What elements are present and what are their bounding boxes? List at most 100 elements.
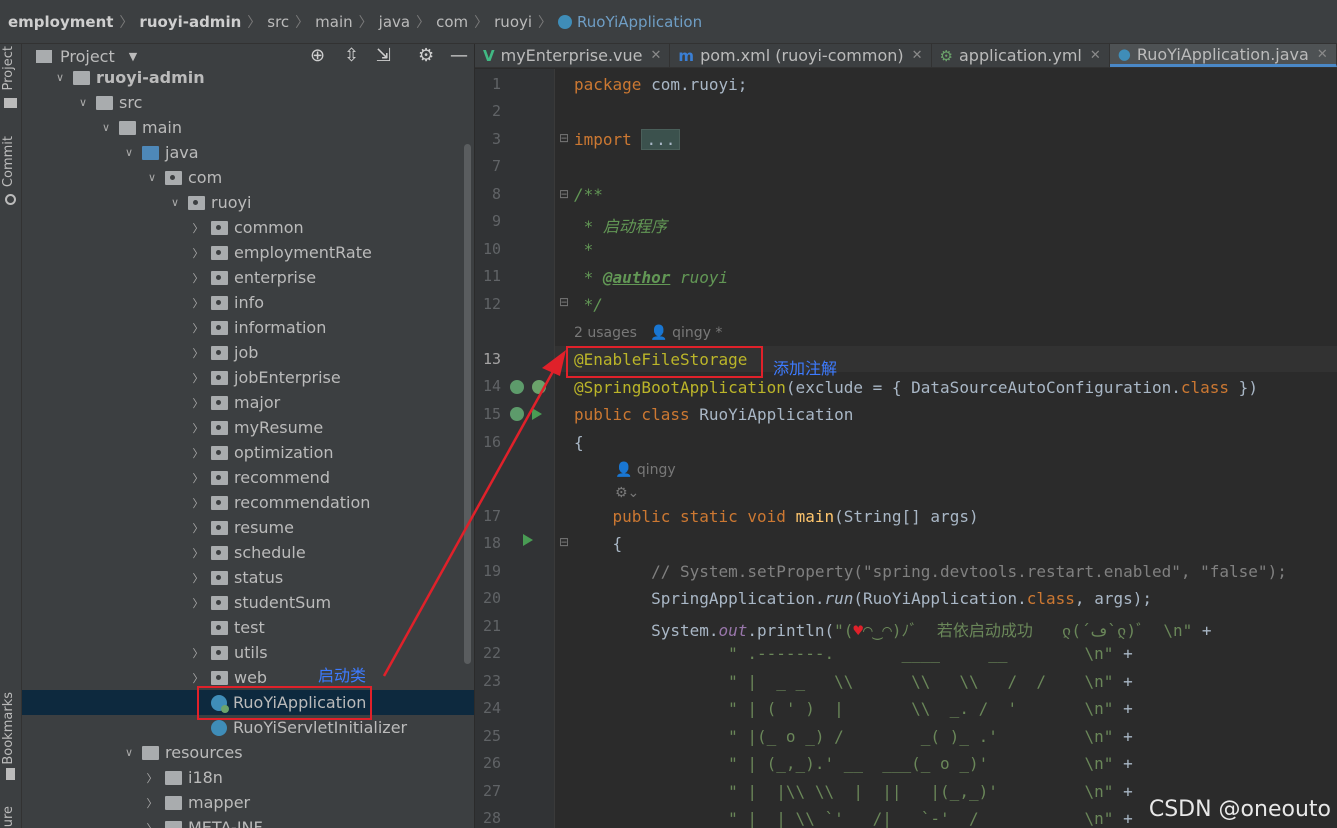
commit-tool-tab[interactable]: Commit — [1, 136, 16, 187]
tree-item[interactable]: 〉 recommendation — [22, 490, 474, 515]
breadcrumb-item[interactable]: ruoyi — [494, 13, 532, 31]
tree-item[interactable]: 〉 META-INF — [22, 815, 474, 828]
code-line-27[interactable]: " | |\\ \\ | || |(_,_)' \n" + — [574, 782, 1133, 801]
usages-hint[interactable]: 2 usages 👤 qingy * — [574, 325, 722, 341]
minimize-icon[interactable]: — — [450, 45, 468, 66]
chevron-down-icon[interactable]: ∨ — [53, 71, 67, 84]
code-line-1[interactable]: package com.ruoyi; — [574, 75, 747, 94]
tree-item[interactable]: 〉 info — [22, 290, 474, 315]
chevron-right-icon[interactable]: 〉 — [191, 520, 205, 536]
chevron-right-icon[interactable]: 〉 — [191, 295, 205, 311]
tree-item[interactable]: 〉 studentSum — [22, 590, 474, 615]
tree-item[interactable]: 〉 recommend — [22, 465, 474, 490]
chevron-right-icon[interactable]: 〉 — [191, 595, 205, 611]
code-line-10[interactable]: * — [574, 240, 594, 259]
breadcrumb-item[interactable]: src — [267, 13, 289, 31]
chevron-right-icon[interactable]: 〉 — [191, 670, 205, 686]
tree-item[interactable]: ∨ src — [22, 90, 474, 115]
chevron-down-icon[interactable]: ∨ — [122, 746, 136, 759]
code-line-16[interactable]: { — [574, 433, 584, 452]
code-line-11[interactable]: * @author ruoyi — [574, 268, 729, 287]
close-icon[interactable]: ✕ — [1090, 48, 1101, 63]
project-tool-tab[interactable]: Project — [1, 46, 16, 90]
chevron-right-icon[interactable]: 〉 — [191, 495, 205, 511]
code-line-8[interactable]: /** — [574, 185, 603, 204]
expand-all-icon[interactable]: ⇳ — [344, 45, 359, 66]
chevron-right-icon[interactable]: 〉 — [145, 795, 159, 811]
chevron-down-icon[interactable]: ∨ — [122, 146, 136, 159]
code-line-25[interactable]: " |(_ o _) / _( )_ .' \n" + — [574, 727, 1133, 746]
editor-tab[interactable]: VmyEnterprise.vue ✕ — [475, 44, 671, 67]
code-line-14[interactable]: @SpringBootApplication(exclude = { DataS… — [574, 378, 1258, 397]
tree-item[interactable]: 〉 employmentRate — [22, 240, 474, 265]
breadcrumb-item[interactable]: java — [379, 13, 410, 31]
tree-item[interactable]: 〉 enterprise — [22, 265, 474, 290]
spring-check-icon[interactable] — [532, 380, 546, 394]
code-line-12[interactable]: */ — [574, 295, 603, 314]
chevron-right-icon[interactable]: 〉 — [191, 245, 205, 261]
tree-item[interactable]: 〉 utils — [22, 640, 474, 665]
tree-item[interactable]: 〉 jobEnterprise — [22, 365, 474, 390]
editor-tab[interactable]: m pom.xml (ruoyi-common) ✕ — [670, 44, 932, 67]
tree-item[interactable]: ∨ resources — [22, 740, 474, 765]
code-line-26[interactable]: " | (_,_).' __ ___(_ o _)' \n" + — [574, 754, 1133, 773]
author-hint[interactable]: 👤 qingy — [615, 462, 676, 478]
locate-icon[interactable]: ⊕ — [310, 45, 325, 66]
ai-assist-icon[interactable]: ⚙⌄ — [615, 485, 639, 501]
chevron-right-icon[interactable]: 〉 — [191, 270, 205, 286]
run-icon[interactable] — [532, 408, 542, 420]
chevron-right-icon[interactable]: 〉 — [191, 545, 205, 561]
tree-item[interactable]: test — [22, 615, 474, 640]
fold-icon[interactable]: ⊟ — [559, 131, 569, 145]
tree-item[interactable]: 〉 myResume — [22, 415, 474, 440]
code-line-24[interactable]: " | ( ' ) | \\ _. / ' \n" + — [574, 699, 1133, 718]
code-line-22[interactable]: " .-------. ____ __ \n" + — [574, 644, 1133, 663]
tree-item[interactable]: 〉 i18n — [22, 765, 474, 790]
run-icon[interactable] — [523, 534, 533, 546]
chevron-down-icon[interactable]: ▼ — [129, 50, 137, 63]
breadcrumb-item[interactable]: main — [315, 13, 352, 31]
bookmarks-tool-tab[interactable]: Bookmarks — [1, 692, 16, 765]
code-line-15[interactable]: public class RuoYiApplication — [574, 405, 853, 424]
chevron-right-icon[interactable]: 〉 — [191, 320, 205, 336]
tree-item[interactable]: 〉 resume — [22, 515, 474, 540]
chevron-down-icon[interactable]: ∨ — [99, 121, 113, 134]
close-icon[interactable]: ✕ — [1317, 47, 1328, 62]
structure-tool-tab[interactable]: ure — [1, 806, 16, 827]
code-line-17[interactable]: public static void main(String[] args) — [574, 507, 979, 526]
chevron-right-icon[interactable]: 〉 — [145, 820, 159, 828]
code-line-20[interactable]: SpringApplication.run(RuoYiApplication.c… — [574, 589, 1152, 608]
tree-item[interactable]: 〉 status — [22, 565, 474, 590]
chevron-right-icon[interactable]: 〉 — [191, 445, 205, 461]
code-line-9[interactable]: * 启动程序 — [574, 213, 667, 237]
chevron-down-icon[interactable]: ∨ — [76, 96, 90, 109]
code-line-18[interactable]: { — [574, 534, 623, 553]
tree-item[interactable]: 〉 job — [22, 340, 474, 365]
tree-item[interactable]: ∨ com — [22, 165, 474, 190]
tree-item[interactable]: 〉 optimization — [22, 440, 474, 465]
tree-item[interactable]: ∨ java — [22, 140, 474, 165]
code-line-28[interactable]: " | | \\ `' /| `-' / \n" + — [574, 809, 1133, 828]
code-line-19[interactable]: // System.setProperty("spring.devtools.r… — [574, 562, 1287, 581]
breadcrumb-item[interactable]: ruoyi-admin — [139, 13, 241, 31]
chevron-right-icon[interactable]: 〉 — [145, 770, 159, 786]
breadcrumb-item[interactable]: RuoYiApplication — [577, 13, 702, 31]
collapse-all-icon[interactable]: ⇲ — [376, 45, 391, 66]
fold-icon[interactable]: ⊟ — [559, 535, 569, 549]
code-line-3[interactable]: import ... — [574, 129, 681, 150]
chevron-right-icon[interactable]: 〉 — [191, 370, 205, 386]
tree-item[interactable]: ∨ ruoyi — [22, 190, 474, 215]
chevron-right-icon[interactable]: 〉 — [191, 220, 205, 236]
chevron-right-icon[interactable]: 〉 — [191, 470, 205, 486]
bean-icon[interactable] — [510, 407, 524, 421]
tree-item[interactable]: 〉 schedule — [22, 540, 474, 565]
editor-tab[interactable]: ⚙ application.yml ✕ — [932, 44, 1110, 67]
tree-item[interactable]: 〉 major — [22, 390, 474, 415]
tree-item[interactable]: 〉 mapper — [22, 790, 474, 815]
editor-tab[interactable]: ● RuoYiApplication.java ✕ — [1109, 44, 1337, 67]
chevron-right-icon[interactable]: 〉 — [191, 345, 205, 361]
chevron-right-icon[interactable]: 〉 — [191, 570, 205, 586]
chevron-down-icon[interactable]: ∨ — [145, 171, 159, 184]
breadcrumb-item[interactable]: com — [436, 13, 468, 31]
fold-icon[interactable]: ⊟ — [559, 187, 569, 201]
